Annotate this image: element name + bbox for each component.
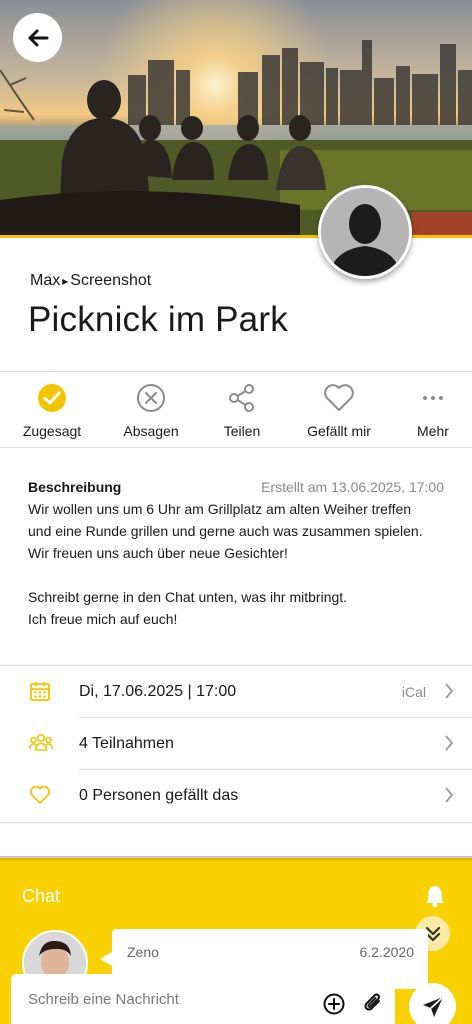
likes-row[interactable]: 0 Personen gefällt das [0, 770, 472, 822]
accept-label: Zugesagt [22, 423, 82, 439]
description-line [28, 564, 448, 586]
description-line: Ich freue mich auf euch! [28, 611, 178, 627]
decline-button[interactable]: Absagen [115, 373, 187, 447]
description-line: Schreibt gerne in den Chat unten, was ih… [28, 589, 348, 605]
date-row[interactable]: Di, 17.06.2025 | 17:00 iCal [0, 666, 472, 718]
group-icon [29, 733, 53, 751]
ical-link[interactable]: iCal [402, 684, 426, 700]
message-date: 6.2.2020 [359, 944, 415, 960]
breadcrumb: Max ▸ Screenshot [30, 272, 151, 290]
more-button[interactable]: Mehr [408, 373, 458, 447]
arrow-left-icon [28, 29, 48, 46]
event-date: Di, 17.06.2025 | 17:00 [79, 683, 237, 700]
chat-shadow [0, 856, 472, 862]
back-button[interactable] [13, 13, 62, 62]
x-circle-icon [137, 384, 165, 412]
organizer-avatar[interactable] [318, 185, 412, 279]
chat-title: Chat [22, 886, 61, 906]
description-text: Wir wollen uns um 6 Uhr am Grillplatz am… [28, 498, 448, 630]
message-input[interactable]: Schreib eine Nachricht [28, 991, 179, 1008]
participants-row[interactable]: 4 Teilnahmen [0, 718, 472, 770]
breadcrumb-separator: ▸ [62, 274, 69, 288]
divider [0, 447, 472, 448]
breadcrumb-section[interactable]: Screenshot [70, 272, 151, 289]
calendar-icon [30, 682, 50, 701]
like-button[interactable]: Gefällt mir [300, 373, 378, 447]
heart-icon [324, 384, 354, 411]
more-label: Mehr [417, 423, 449, 439]
heart-outline-icon [29, 785, 51, 804]
check-circle-icon [38, 384, 66, 412]
breadcrumb-user[interactable]: Max [30, 272, 60, 289]
send-button[interactable] [409, 983, 456, 1024]
description-line: Wir freuen uns auch über neue Gesichter! [28, 545, 288, 561]
message-sender: Zeno [127, 944, 159, 960]
message-composer[interactable]: Schreib eine Nachricht [11, 974, 395, 1024]
description-heading: Beschreibung [28, 479, 122, 495]
chevron-right-icon [445, 735, 454, 751]
chevron-right-icon [445, 683, 454, 699]
participants-count: 4 Teilnahmen [79, 735, 174, 752]
chevron-right-icon [445, 787, 454, 803]
person-silhouette-icon [321, 188, 409, 276]
like-label: Gefällt mir [307, 423, 371, 439]
share-label: Teilen [223, 423, 261, 439]
created-timestamp: Erstellt am 13.06.2025, 17:00 [261, 479, 444, 495]
divider [0, 822, 472, 823]
add-circle-icon[interactable] [323, 993, 345, 1015]
paperclip-icon[interactable] [362, 991, 384, 1015]
page-title: Picknick im Park [28, 300, 288, 339]
accept-button[interactable]: Zugesagt [16, 373, 88, 447]
description-line: und eine Runde grillen und gerne auch wa… [28, 523, 423, 539]
bell-icon[interactable] [424, 884, 446, 908]
more-dots-icon [423, 396, 443, 400]
share-button[interactable]: Teilen [206, 373, 278, 447]
likes-count: 0 Personen gefällt das [79, 787, 239, 804]
description-line: Wir wollen uns um 6 Uhr am Grillplatz am… [28, 501, 412, 517]
share-icon [229, 384, 254, 412]
send-icon [422, 995, 444, 1017]
decline-label: Absagen [123, 423, 179, 439]
action-bar: Zugesagt Absagen Teilen Gefällt mir Mehr [0, 373, 472, 447]
divider [0, 371, 472, 372]
